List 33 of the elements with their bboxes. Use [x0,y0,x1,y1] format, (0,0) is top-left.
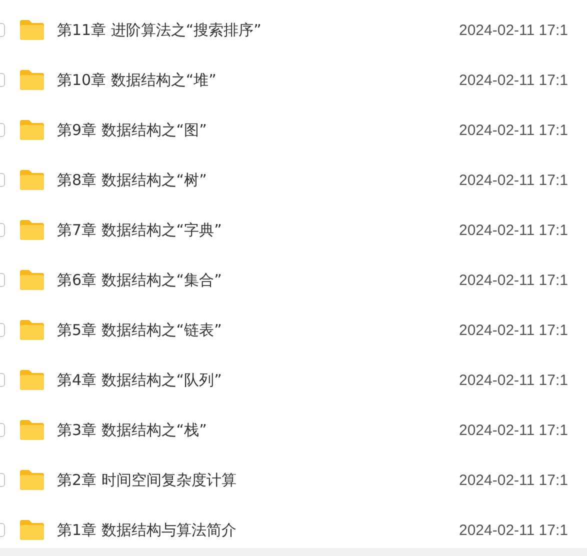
modified-date: 2024-02-11 17:1 [459,122,568,138]
folder-name[interactable]: 第10章 数据结构之“堆” [57,70,457,90]
modified-date: 2024-02-11 17:1 [459,372,568,388]
folder-icon [19,169,45,191]
folder-name[interactable]: 第4章 数据结构之“队列” [57,370,457,390]
folder-name[interactable]: 第1章 数据结构与算法简介 [57,520,457,540]
folder-name[interactable]: 第6章 数据结构之“集合” [57,270,457,290]
modified-date: 2024-02-11 17:1 [459,472,568,488]
modified-date: 2024-02-11 17:1 [459,522,568,538]
folder-name[interactable]: 第8章 数据结构之“树” [57,170,457,190]
folder-name[interactable]: 第2章 时间空间复杂度计算 [57,470,457,490]
folder-name[interactable]: 第11章 进阶算法之“搜索排序” [57,20,457,40]
modified-date: 2024-02-11 17:1 [459,272,568,288]
modified-date: 2024-02-11 17:1 [459,422,568,438]
folder-icon [19,69,45,91]
modified-date: 2024-02-11 17:1 [459,222,568,238]
modified-date: 2024-02-11 17:1 [459,22,568,38]
folder-name[interactable]: 第5章 数据结构之“链表” [57,320,457,340]
folder-icon [19,469,45,491]
modified-date: 2024-02-11 17:1 [459,172,568,188]
modified-date: 2024-02-11 17:1 [459,322,568,338]
folder-name[interactable]: 第7章 数据结构之“字典” [57,220,457,240]
folder-icon [19,319,45,341]
folder-icon [19,19,45,41]
folder-icon [19,519,45,541]
folder-icon [19,119,45,141]
folder-icon [19,219,45,241]
folder-name[interactable]: 第3章 数据结构之“栈” [57,420,457,440]
folder-name[interactable]: 第9章 数据结构之“图” [57,120,457,140]
modified-date: 2024-02-11 17:1 [459,72,568,88]
folder-icon [19,269,45,291]
folder-icon [19,419,45,441]
folder-icon [19,369,45,391]
